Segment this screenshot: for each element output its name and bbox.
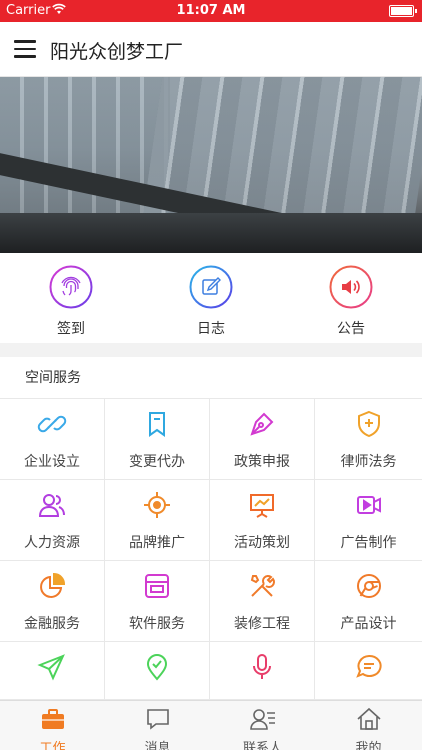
- tab-contacts[interactable]: 联系人: [210, 701, 315, 750]
- nav-bar: 阳光众创梦工厂: [0, 22, 422, 77]
- service-item[interactable]: 金融服务: [0, 561, 105, 642]
- quick-action-label: 公告: [337, 321, 365, 337]
- page-title: 阳光众创梦工厂: [50, 41, 184, 63]
- people-icon: [38, 494, 65, 517]
- service-item[interactable]: 品牌推广: [105, 480, 210, 561]
- service-item[interactable]: [0, 642, 105, 700]
- service-label: 软件服务: [129, 616, 185, 632]
- location-pin-icon: [146, 654, 168, 681]
- video-play-icon: [356, 496, 381, 514]
- window-app-icon: [145, 574, 169, 598]
- clock: 11:07 AM: [176, 3, 246, 18]
- service-item[interactable]: 变更代办: [105, 399, 210, 480]
- service-label: 产品设计: [340, 616, 397, 632]
- contacts-icon: [249, 709, 275, 730]
- service-label: 企业设立: [24, 454, 80, 470]
- service-label: 广告制作: [340, 535, 397, 551]
- service-item[interactable]: [105, 642, 210, 700]
- service-item[interactable]: 律师法务: [315, 399, 422, 480]
- presentation-board-icon: [250, 494, 274, 518]
- service-item[interactable]: 广告制作: [315, 480, 422, 561]
- speaker-icon: [329, 265, 373, 309]
- tab-me[interactable]: 我的: [315, 701, 422, 750]
- shield-plus-icon: [357, 410, 380, 438]
- link-icon: [37, 415, 67, 433]
- service-label: 政策申报: [234, 454, 290, 470]
- briefcase-icon: [41, 709, 64, 729]
- bookmark-icon: [149, 412, 165, 437]
- quick-action-label: 签到: [57, 321, 85, 337]
- message-icon: [146, 709, 169, 730]
- paper-plane-icon: [37, 654, 65, 681]
- service-item[interactable]: 活动策划: [210, 480, 315, 561]
- service-item[interactable]: 人力资源: [0, 480, 105, 561]
- hamburger-menu-icon[interactable]: [14, 40, 36, 58]
- banner-image[interactable]: 阳光众创梦工厂: [0, 77, 422, 253]
- tab-label: 工作: [39, 741, 66, 750]
- service-label: 活动策划: [234, 535, 290, 551]
- service-item[interactable]: 软件服务: [105, 561, 210, 642]
- tab-bar: 工作 消息 联系人 我的: [0, 700, 422, 750]
- edit-note-icon: [189, 265, 233, 309]
- service-item[interactable]: 企业设立: [0, 399, 105, 480]
- quick-actions: 签到 日志 公告: [0, 253, 422, 343]
- tab-label: 消息: [144, 741, 171, 750]
- tab-label: 联系人: [242, 741, 282, 750]
- chrome-circle-icon: [356, 574, 381, 598]
- service-item[interactable]: [210, 642, 315, 700]
- tab-messages[interactable]: 消息: [105, 701, 210, 750]
- quick-action-log[interactable]: 日志: [171, 265, 251, 338]
- fingerprint-icon: [49, 265, 93, 309]
- target-icon: [144, 492, 170, 518]
- quick-action-checkin[interactable]: 签到: [31, 265, 111, 338]
- service-label: 律师法务: [340, 454, 397, 470]
- status-bar: Carrier 11:07 AM: [0, 0, 422, 22]
- service-item[interactable]: 装修工程: [210, 561, 315, 642]
- street-ground: [0, 213, 422, 253]
- service-label: 金融服务: [24, 616, 80, 632]
- microphone-icon: [253, 654, 271, 679]
- service-item[interactable]: [315, 642, 422, 700]
- services-panel: 空间服务 企业设立 变更代办 政策申报 律师法务 人力资源 品牌推广 活动策划 …: [0, 357, 422, 700]
- section-heading: 空间服务: [0, 357, 422, 399]
- tab-work[interactable]: 工作: [0, 701, 105, 750]
- pie-chart-icon: [40, 572, 66, 598]
- home-icon: [356, 707, 381, 730]
- tab-label: 我的: [355, 741, 382, 750]
- pen-nib-icon: [250, 412, 274, 436]
- service-label: 变更代办: [129, 454, 185, 470]
- tools-icon: [250, 575, 275, 597]
- service-label: 人力资源: [24, 535, 80, 551]
- service-label: 装修工程: [234, 616, 290, 632]
- chat-bubble-icon: [355, 654, 382, 678]
- quick-action-notice[interactable]: 公告: [311, 265, 391, 338]
- service-item[interactable]: 产品设计: [315, 561, 422, 642]
- service-label: 品牌推广: [129, 535, 185, 551]
- battery-icon: [389, 5, 417, 17]
- quick-action-label: 日志: [197, 321, 225, 337]
- service-item[interactable]: 政策申报: [210, 399, 315, 480]
